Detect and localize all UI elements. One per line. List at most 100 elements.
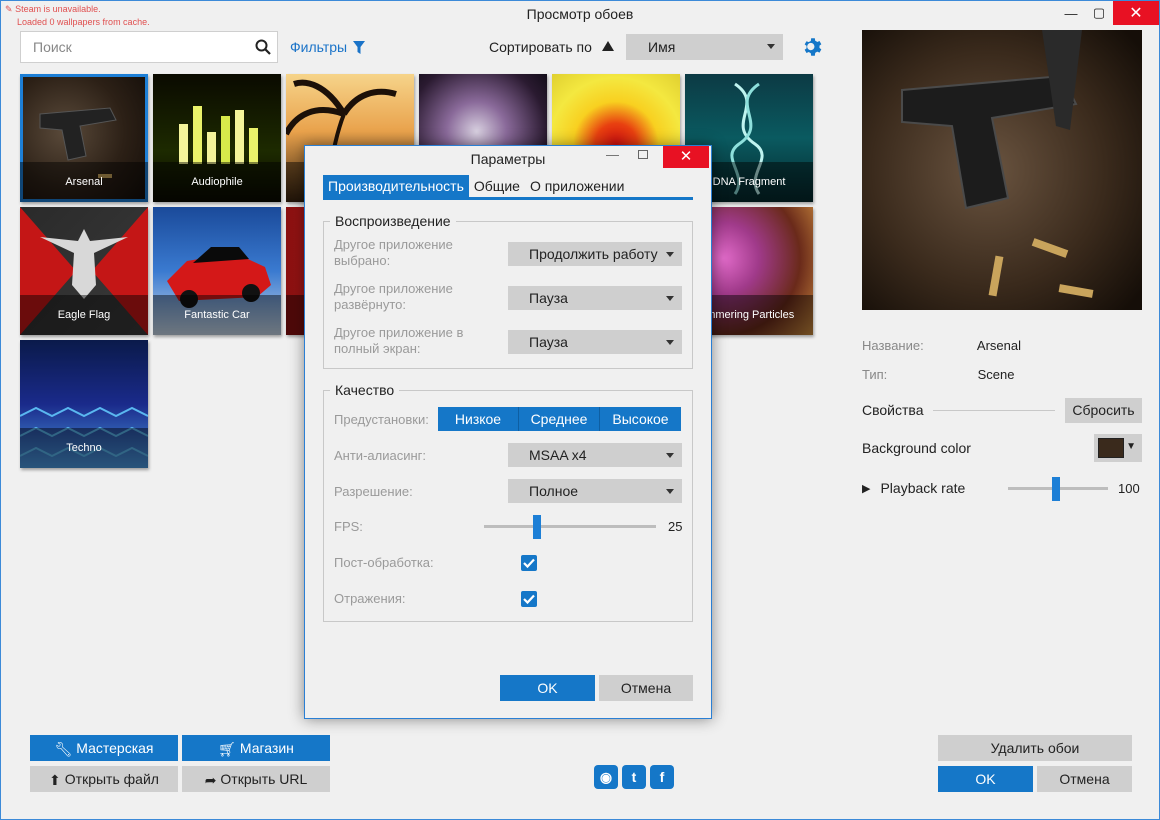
type-label: Тип:: [862, 367, 888, 382]
sort-select[interactable]: Имя: [626, 34, 783, 60]
gear-icon[interactable]: [802, 36, 824, 58]
share-arrow-icon: ➦: [204, 772, 217, 789]
other-selected-dropdown[interactable]: Продолжить работу: [508, 242, 682, 266]
sort-ascending-icon[interactable]: [602, 41, 614, 51]
check-icon: [523, 558, 535, 569]
filters-button[interactable]: Фильтры: [290, 39, 366, 55]
tab-about[interactable]: О приложении: [525, 175, 629, 197]
wallpaper-tile-fantastic-car[interactable]: Fantastic Car: [153, 207, 281, 335]
dialog-ok-button[interactable]: OK: [500, 675, 595, 701]
main-window: ✎ Steam is unavailable. Loaded 0 wallpap…: [0, 0, 1160, 820]
name-label: Название:: [862, 338, 924, 353]
delete-wallpaper-button[interactable]: Удалить обои: [938, 735, 1132, 761]
dialog-cancel-button[interactable]: Отмена: [599, 675, 693, 701]
postprocess-label: Пост-обработка:: [334, 555, 434, 570]
twitter-icon[interactable]: t: [622, 765, 646, 789]
reflections-label: Отражения:: [334, 591, 406, 606]
other-maximized-label: Другое приложение развёрнуто:: [334, 281, 453, 312]
preset-medium-button[interactable]: Среднее: [519, 407, 600, 431]
playback-group-title: Воспроизведение: [330, 213, 456, 229]
chevron-down-icon: [666, 296, 674, 301]
wallpaper-tile-arsenal[interactable]: Arsenal: [20, 74, 148, 202]
playback-rate-label: Playback rate: [880, 480, 966, 496]
fps-slider-thumb[interactable]: [533, 515, 541, 539]
antialiasing-dropdown[interactable]: MSAA x4: [508, 443, 682, 467]
cart-icon: 🛒︎: [218, 741, 236, 758]
search-input[interactable]: [21, 32, 236, 62]
window-controls: — ▢ ✕: [1057, 1, 1159, 25]
search-box: [20, 31, 278, 63]
playback-rate-value: 100: [1118, 481, 1140, 496]
wallpaper-tile-eagle-flag[interactable]: Eagle Flag: [20, 207, 148, 335]
other-fullscreen-dropdown[interactable]: Пауза: [508, 330, 682, 354]
workshop-button[interactable]: 🔧︎ Мастерская: [30, 735, 178, 761]
tile-caption: Techno: [20, 428, 148, 468]
name-value: Arsenal: [976, 338, 1021, 353]
playback-rate-row[interactable]: ▶ Playback rate: [862, 480, 965, 496]
color-swatch: [1098, 438, 1124, 458]
tile-caption: Fantastic Car: [153, 295, 281, 335]
dialog-close-button[interactable]: ✕: [663, 146, 709, 168]
sort-label: Сортировать по: [489, 39, 592, 55]
dialog-maximize-button[interactable]: [638, 150, 648, 159]
preset-high-button[interactable]: Высокое: [600, 407, 681, 431]
playback-rate-slider-thumb[interactable]: [1052, 477, 1060, 501]
other-maximized-dropdown[interactable]: Пауза: [508, 286, 682, 310]
upload-icon: ⬆: [49, 772, 61, 789]
type-value: Scene: [977, 367, 1015, 382]
properties-divider: [933, 410, 1055, 411]
open-file-button[interactable]: ⬆ Открыть файл: [30, 766, 178, 792]
search-icon[interactable]: [255, 39, 271, 55]
tab-general[interactable]: Общие: [469, 175, 525, 197]
open-url-button[interactable]: ➦ Открыть URL: [182, 766, 330, 792]
chevron-down-icon: [666, 453, 674, 458]
chevron-down-icon: [666, 340, 674, 345]
dialog-title: Параметры: [470, 151, 546, 167]
presets-label: Предустановки:: [334, 412, 429, 427]
properties-label: Свойства: [862, 402, 924, 418]
wallpaper-preview: [862, 30, 1142, 310]
quality-group: Качество Предустановки: Низкое Среднее В…: [323, 382, 693, 622]
steam-icon[interactable]: ◉: [594, 765, 618, 789]
meta-type-row: Тип: Scene: [862, 367, 1015, 382]
tile-caption: Audiophile: [153, 162, 281, 202]
preview-image: [862, 30, 1142, 310]
preset-low-button[interactable]: Низкое: [438, 407, 519, 431]
facebook-icon[interactable]: f: [650, 765, 674, 789]
close-button[interactable]: ✕: [1113, 1, 1159, 25]
antialiasing-label: Анти-алиасинг:: [334, 448, 426, 463]
minimize-button[interactable]: —: [1057, 1, 1085, 25]
fps-value: 25: [668, 519, 683, 534]
other-selected-label: Другое приложение выбрано:: [334, 237, 453, 268]
filter-icon: [353, 40, 366, 54]
ok-button[interactable]: OK: [938, 766, 1033, 792]
wallpaper-tile-techno[interactable]: Techno: [20, 340, 148, 468]
playback-group: Воспроизведение Другое приложение выбран…: [323, 213, 693, 369]
fps-slider-track[interactable]: [484, 525, 656, 528]
maximize-button[interactable]: ▢: [1085, 1, 1113, 25]
check-icon: [523, 594, 535, 605]
wrench-icon: 🔧︎: [54, 741, 73, 758]
resolution-dropdown[interactable]: Полное: [508, 479, 682, 503]
tab-performance[interactable]: Производительность: [323, 175, 469, 197]
cancel-button[interactable]: Отмена: [1037, 766, 1132, 792]
background-color-picker[interactable]: ▼: [1094, 434, 1142, 462]
wallpaper-tile-audiophile[interactable]: Audiophile: [153, 74, 281, 202]
fps-label: FPS:: [334, 519, 363, 534]
dialog-minimize-button[interactable]: —: [606, 147, 619, 162]
reset-button[interactable]: Сбросить: [1065, 398, 1142, 423]
other-fullscreen-label: Другое приложение в полный экран:: [334, 325, 464, 356]
tile-caption: Eagle Flag: [20, 295, 148, 335]
dialog-tabs: Производительность Общие О приложении: [323, 175, 693, 200]
filters-label: Фильтры: [290, 39, 348, 55]
presets-segmented-control: Низкое Среднее Высокое: [438, 407, 681, 431]
quality-group-title: Качество: [330, 382, 400, 398]
shop-button[interactable]: 🛒︎ Магазин: [182, 735, 330, 761]
window-title: Просмотр обоев: [526, 6, 634, 22]
meta-name-row: Название: Arsenal: [862, 338, 1021, 353]
background-color-label: Background color: [862, 440, 971, 456]
settings-dialog: Параметры — ✕ Производительность Общие О…: [304, 145, 712, 719]
reflections-checkbox[interactable]: [521, 591, 537, 607]
expand-arrow-icon[interactable]: ▶: [862, 482, 870, 495]
postprocess-checkbox[interactable]: [521, 555, 537, 571]
